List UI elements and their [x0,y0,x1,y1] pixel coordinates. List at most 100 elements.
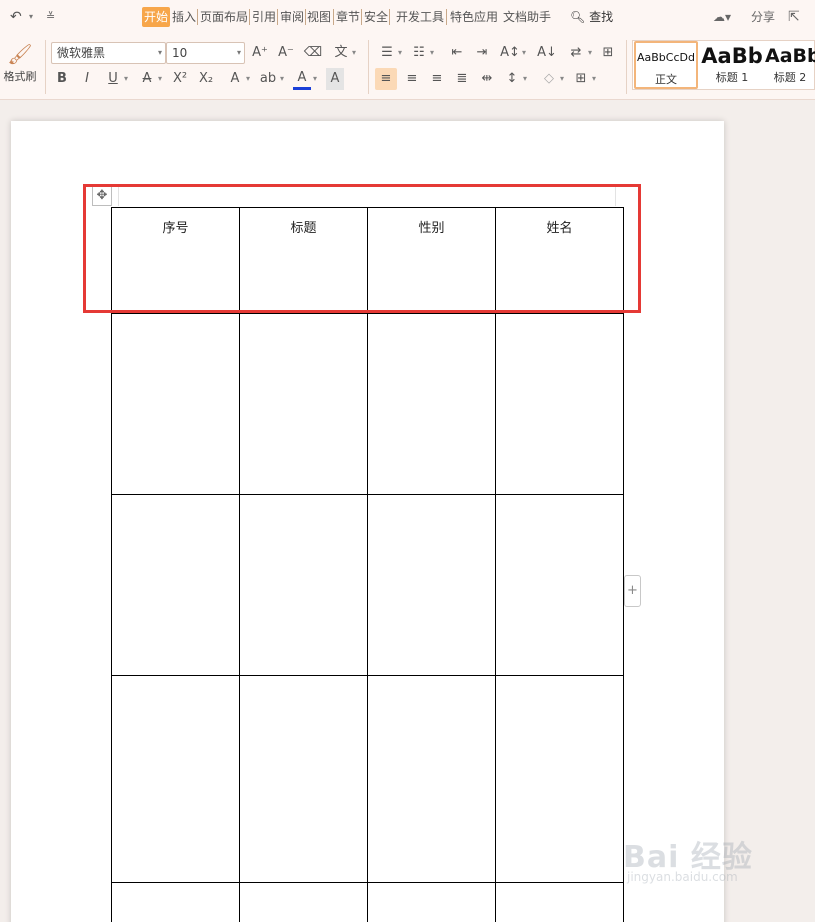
superscript-icon[interactable]: X² [170,68,190,90]
italic-icon[interactable]: I [78,68,96,90]
table-header-cell[interactable]: 姓名 [495,207,624,314]
chevron-down-icon[interactable]: ▾ [521,68,529,90]
tab-page-layout[interactable]: 页面布局 [199,7,249,27]
table-row [111,882,624,922]
table-cell[interactable] [111,882,240,922]
table-row [111,675,624,883]
share-button[interactable]: 分享 [751,7,775,27]
tab-doc-assistant[interactable]: 文档助手 [502,7,552,27]
chevron-down-icon[interactable]: ▾ [122,68,130,90]
quick-access-more-icon[interactable]: ≚ [46,0,55,34]
justify-icon[interactable]: ≣ [452,68,472,90]
table-cell[interactable] [367,882,496,922]
style-normal[interactable]: AaBbCcDd 正文 [634,41,698,89]
subscript-icon[interactable]: X₂ [196,68,216,90]
style-heading-2[interactable]: AaBb 标题 2 [765,41,815,89]
table-cell[interactable] [239,313,368,495]
search-button[interactable]: 🔍︎ 查找 [570,7,613,27]
search-icon: 🔍︎ [570,10,586,24]
line-spacing-icon[interactable]: ↕ [503,68,521,90]
distributed-align-icon[interactable]: ⇹ [477,68,497,90]
group-divider [626,40,627,94]
cloud-icon[interactable]: ☁▾ [713,7,731,27]
char-scale-icon[interactable]: A↕ [500,42,520,64]
bold-icon[interactable]: B [53,68,71,90]
font-size-select[interactable]: 10 ▾ [166,42,245,64]
tab-separator [446,9,447,25]
chevron-down-icon[interactable]: ▾ [244,68,252,90]
borders-icon[interactable]: ⊞ [572,68,590,90]
align-right-icon[interactable]: ≡ [427,68,447,90]
align-left-icon[interactable]: ≡ [375,68,397,90]
table-row [111,313,624,495]
table-cell[interactable] [495,882,624,922]
increase-indent-icon[interactable]: ⇥ [472,42,492,64]
table-cell[interactable] [367,675,496,883]
table-cell[interactable] [495,675,624,883]
table-cell[interactable] [367,494,496,676]
clear-format-icon[interactable]: ⌫ [303,42,323,64]
document-table: 序号 标题 性别 姓名 [111,207,624,922]
add-column-button[interactable]: + [624,575,641,607]
style-preview: AaBb [765,45,815,67]
style-heading-1[interactable]: AaBb 标题 1 [700,41,764,89]
tab-references[interactable]: 引用 [251,7,277,27]
tab-security[interactable]: 安全 [363,7,389,27]
table-cell[interactable] [111,313,240,495]
shading-icon[interactable]: ◇ [540,68,558,90]
tab-features[interactable]: 特色应用 [449,7,499,27]
bullet-list-icon[interactable]: ☰ [378,42,396,64]
table-cell[interactable] [239,675,368,883]
underline-icon[interactable]: U [104,68,122,90]
chevron-down-icon[interactable]: ▾ [396,42,404,64]
table-cell[interactable] [111,494,240,676]
group-divider [368,40,369,94]
undo-icon[interactable]: ↶ [10,0,22,34]
table-layout-icon[interactable]: ⊞ [598,42,618,64]
chevron-down-icon[interactable]: ▾ [278,68,286,90]
chevron-down-icon[interactable]: ▾ [520,42,528,64]
table-header-cell[interactable]: 序号 [111,207,240,314]
format-painter-button[interactable]: 🖌︎ 格式刷 [0,40,40,96]
format-painter-label: 格式刷 [3,70,37,83]
sort-icon[interactable]: A↓ [537,42,557,64]
numbered-list-icon[interactable]: ☷ [410,42,428,64]
tab-view[interactable]: 视图 [306,7,332,27]
grow-font-icon[interactable]: A⁺ [251,42,269,64]
decrease-indent-icon[interactable]: ⇤ [447,42,467,64]
chevron-down-icon[interactable]: ▾ [156,68,164,90]
phonetic-icon[interactable]: 文 [332,42,350,64]
text-effect-icon[interactable]: A [226,68,244,90]
tab-review[interactable]: 审阅 [279,7,305,27]
chevron-down-icon[interactable]: ▾ [428,42,436,64]
highlight-color-icon[interactable]: ab [258,68,278,90]
align-center-icon[interactable]: ≡ [402,68,422,90]
strikethrough-icon[interactable]: A [138,68,156,90]
table-cell[interactable] [239,494,368,676]
chevron-down-icon[interactable]: ▾ [558,68,566,90]
shrink-font-icon[interactable]: A⁻ [277,42,295,64]
tab-chapter[interactable]: 章节 [335,7,361,27]
table-cell[interactable] [239,882,368,922]
chevron-down-icon[interactable]: ▾ [586,42,594,64]
font-color-icon[interactable]: A [293,68,311,90]
export-icon[interactable]: ⇱ [788,7,800,27]
font-name-select[interactable]: 微软雅黑 ▾ [51,42,166,64]
table-header-cell[interactable]: 标题 [239,207,368,314]
char-shading-icon[interactable]: A [326,68,344,90]
tab-home[interactable]: 开始 [142,7,171,27]
table-header-cell[interactable]: 性别 [367,207,496,314]
table-top-guide [118,186,616,206]
chevron-down-icon[interactable]: ▾ [590,68,598,90]
chevron-down-icon[interactable]: ▾ [350,42,358,64]
tab-developer[interactable]: 开发工具 [395,7,445,27]
table-move-handle-icon[interactable]: ✥ [92,186,112,206]
chevron-down-icon[interactable]: ▾ [311,68,319,90]
table-cell[interactable] [111,675,240,883]
tab-insert[interactable]: 插入 [171,7,197,27]
table-cell[interactable] [367,313,496,495]
table-cell[interactable] [495,313,624,495]
undo-dropdown-icon[interactable]: ▾ [29,0,33,34]
paragraph-settings-icon[interactable]: ⇄ [566,42,586,64]
table-cell[interactable] [495,494,624,676]
